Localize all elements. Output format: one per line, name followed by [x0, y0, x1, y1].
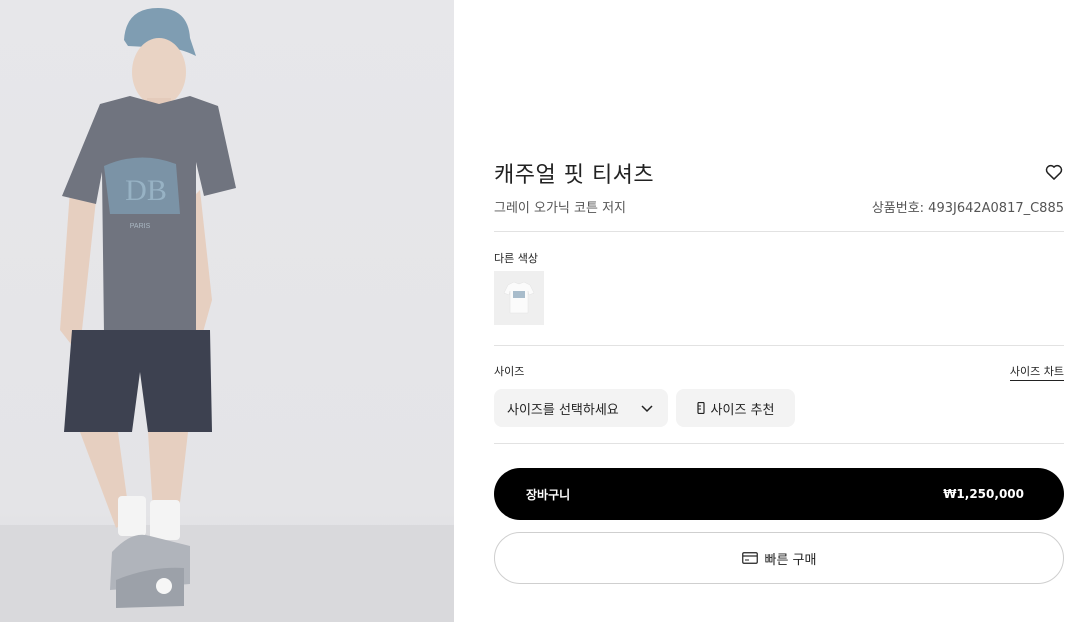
- size-select[interactable]: 사이즈를 선택하세요: [494, 389, 668, 427]
- heart-icon: [1045, 164, 1063, 180]
- product-title: 캐주얼 핏 티셔츠: [494, 163, 655, 188]
- product-code-value: 493J642A0817_C885: [928, 201, 1064, 216]
- quick-buy-label: 빠른 구매: [764, 552, 817, 568]
- size-recommendation-label: 사이즈 추천: [710, 402, 775, 418]
- product-detail-panel: 캐주얼 핏 티셔츠 그레이 오가닉 코튼 저지 상품번호: 493J642A08…: [494, 0, 1064, 622]
- other-colors-label: 다른 색상: [494, 252, 538, 265]
- svg-text:PARIS: PARIS: [130, 223, 151, 230]
- chevron-down-icon: [641, 405, 653, 413]
- divider: [494, 345, 1064, 346]
- white-tshirt-thumbnail: [494, 271, 544, 325]
- quick-buy-button[interactable]: 빠른 구매: [494, 532, 1064, 584]
- add-to-cart-button[interactable]: 장바구니 ₩1,250,000: [494, 468, 1064, 520]
- ruler-icon: [696, 402, 705, 414]
- size-select-placeholder: 사이즈를 선택하세요: [507, 402, 619, 418]
- product-code: 상품번호: 493J642A0817_C885: [872, 197, 1064, 216]
- size-label: 사이즈: [494, 365, 525, 378]
- size-chart-link[interactable]: 사이즈 차트: [1009, 363, 1064, 381]
- model-photo: DB PARIS: [0, 8, 454, 622]
- price: ₩1,250,000: [943, 487, 1024, 501]
- product-image[interactable]: DB PARIS: [0, 0, 454, 622]
- product-code-label: 상품번호:: [871, 201, 929, 216]
- divider: [494, 231, 1064, 232]
- divider: [494, 443, 1064, 444]
- product-subtitle: 그레이 오가닉 코튼 저지: [494, 201, 626, 216]
- wishlist-button[interactable]: [1044, 162, 1064, 182]
- svg-text:DB: DB: [125, 174, 167, 207]
- add-to-cart-label: 장바구니: [526, 487, 571, 502]
- size-recommendation-button[interactable]: 사이즈 추천: [676, 389, 795, 427]
- color-swatch-white[interactable]: [494, 271, 544, 325]
- credit-card-icon: [741, 552, 758, 564]
